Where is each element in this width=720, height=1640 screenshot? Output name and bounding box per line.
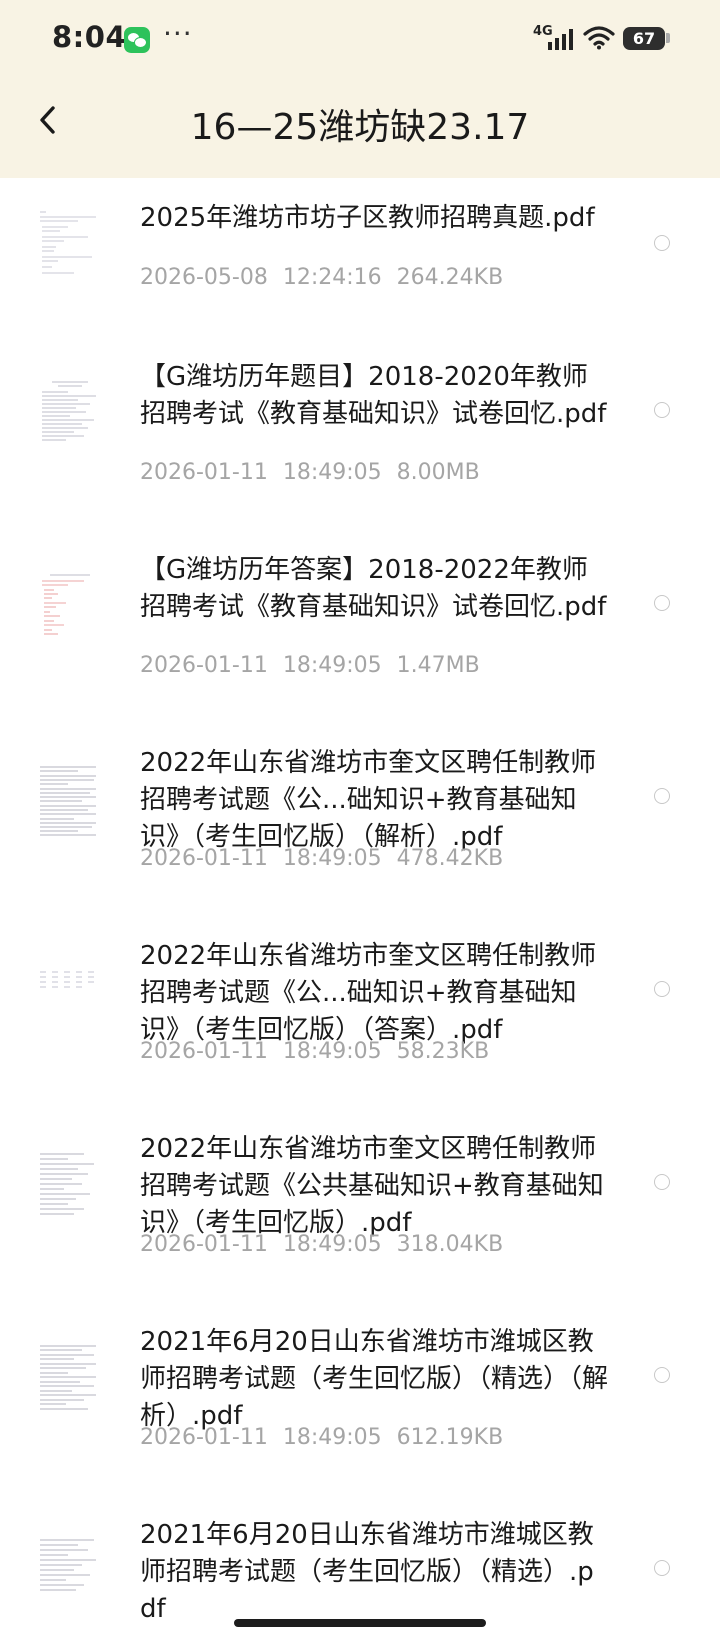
file-item[interactable]: 2021年6月20日山东省潍坊市潍城区教师招聘考试题（考生回忆版）（精选）（解析… — [0, 1302, 720, 1495]
back-chevron-icon[interactable] — [30, 100, 70, 140]
file-list: 2025年潍坊市坊子区教师招聘真题.pdf 2026-05-08 12:24:16… — [0, 178, 720, 1640]
file-size: 612.19KB — [396, 1425, 504, 1450]
file-meta: 2026-05-08 12:24:16 264.24KB — [140, 265, 518, 290]
pdf-thumbnail-icon — [38, 1535, 100, 1617]
file-item[interactable]: 【G潍坊历年题目】2018-2020年教师招聘考试《教育基础知识》试卷回忆.pd… — [0, 337, 720, 530]
file-name: 2021年6月20日山东省潍坊市潍城区教师招聘考试题（考生回忆版）（精选）.pd… — [140, 1520, 594, 1624]
file-date: 2026-05-08 — [140, 265, 268, 290]
file-name: 2025年潍坊市坊子区教师招聘真题.pdf — [140, 203, 595, 233]
top-bar: 8:04 ··· 4G 67 16—25潍坊缺23.17 — [0, 0, 720, 178]
file-date: 2026-01-11 — [140, 460, 268, 485]
file-date: 2026-01-11 — [140, 1232, 268, 1257]
file-date: 2026-01-11 — [140, 1425, 268, 1450]
file-name: 2022年山东省潍坊市奎文区聘任制教师招聘考试题《公共基础知识+教育基础知识》（… — [140, 1134, 604, 1238]
file-name: 【G潍坊历年答案】2018-2022年教师招聘考试《教育基础知识》试卷回忆.pd… — [140, 555, 607, 622]
pdf-thumbnail-icon — [38, 763, 100, 845]
wifi-icon — [583, 26, 615, 50]
file-name: 2022年山东省潍坊市奎文区聘任制教师招聘考试题《公...础知识+教育基础知识》… — [140, 748, 597, 852]
file-meta: 2026-01-11 18:49:05 1.47MB — [140, 653, 495, 678]
page-title: 16—25潍坊缺23.17 — [190, 107, 530, 148]
file-size: 8.00MB — [396, 460, 480, 485]
file-time: 18:49:05 — [282, 460, 382, 485]
file-size: 58.23KB — [396, 1039, 490, 1064]
select-radio[interactable] — [654, 788, 670, 804]
file-name: 2021年6月20日山东省潍坊市潍城区教师招聘考试题（考生回忆版）（精选）（解析… — [140, 1327, 609, 1431]
select-radio[interactable] — [654, 1174, 670, 1190]
file-date: 2026-01-11 — [140, 1039, 268, 1064]
battery-icon: 67 — [623, 27, 665, 50]
pdf-thumbnail-icon — [38, 956, 100, 1038]
file-item[interactable]: 【G潍坊历年答案】2018-2022年教师招聘考试《教育基础知识》试卷回忆.pd… — [0, 530, 720, 723]
file-meta: 2026-01-11 18:49:05 318.04KB — [140, 1232, 518, 1257]
select-radio[interactable] — [654, 402, 670, 418]
file-item[interactable]: 2022年山东省潍坊市奎文区聘任制教师招聘考试题《公...础知识+教育基础知识》… — [0, 723, 720, 916]
file-meta: 2026-01-11 18:49:05 8.00MB — [140, 460, 495, 485]
status-bar: 8:04 ··· 4G 67 — [0, 0, 720, 80]
signal-icon — [548, 29, 573, 50]
select-radio[interactable] — [654, 235, 670, 251]
home-indicator[interactable] — [234, 1619, 486, 1627]
file-size: 478.42KB — [396, 846, 504, 871]
file-item[interactable]: 2022年山东省潍坊市奎文区聘任制教师招聘考试题《公共基础知识+教育基础知识》（… — [0, 1109, 720, 1302]
file-meta: 2026-01-11 18:49:05 478.42KB — [140, 846, 518, 871]
file-name: 【G潍坊历年题目】2018-2020年教师招聘考试《教育基础知识》试卷回忆.pd… — [140, 362, 607, 429]
pdf-thumbnail-icon — [38, 377, 100, 459]
file-meta: 2026-01-11 18:49:05 58.23KB — [140, 1039, 504, 1064]
select-radio[interactable] — [654, 1560, 670, 1576]
battery-tip — [666, 33, 670, 43]
file-size: 264.24KB — [396, 265, 504, 290]
file-time: 18:49:05 — [282, 653, 382, 678]
file-date: 2026-01-11 — [140, 846, 268, 871]
select-radio[interactable] — [654, 1367, 670, 1383]
file-size: 1.47MB — [396, 653, 480, 678]
select-radio[interactable] — [654, 595, 670, 611]
pdf-thumbnail-icon — [38, 1342, 100, 1424]
file-time: 18:49:05 — [282, 1039, 382, 1064]
file-size: 318.04KB — [396, 1232, 504, 1257]
file-time: 18:49:05 — [282, 1232, 382, 1257]
wechat-icon — [124, 27, 150, 53]
file-time: 18:49:05 — [282, 1425, 382, 1450]
file-time: 18:49:05 — [282, 846, 382, 871]
pdf-thumbnail-icon — [38, 570, 100, 652]
file-meta: 2026-01-11 18:49:05 612.19KB — [140, 1425, 518, 1450]
file-item[interactable]: 2022年山东省潍坊市奎文区聘任制教师招聘考试题《公...础知识+教育基础知识》… — [0, 916, 720, 1109]
file-name: 2022年山东省潍坊市奎文区聘任制教师招聘考试题《公...础知识+教育基础知识》… — [140, 941, 597, 1045]
file-date: 2026-01-11 — [140, 653, 268, 678]
pdf-thumbnail-icon — [38, 1149, 100, 1231]
pdf-thumbnail-icon — [38, 206, 100, 288]
file-time: 12:24:16 — [282, 265, 382, 290]
select-radio[interactable] — [654, 981, 670, 997]
status-time: 8:04 — [52, 20, 127, 54]
more-notifications-icon: ··· — [163, 17, 193, 50]
